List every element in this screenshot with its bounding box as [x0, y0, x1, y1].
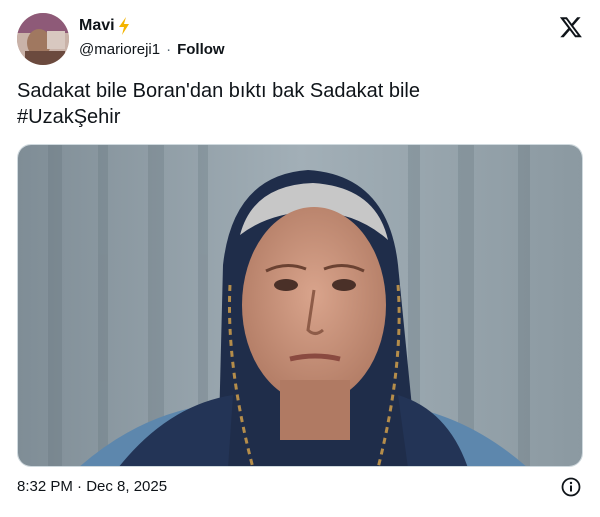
tweet-header: Mavi @marioreji1 · Follow [17, 13, 583, 69]
info-icon[interactable] [561, 477, 581, 497]
tweet-text-line: Sadakat bile Boran'dan bıktı bak Sadakat… [17, 80, 420, 102]
display-name[interactable]: Mavi [79, 17, 115, 35]
handle-row: @marioreji1 · Follow [79, 41, 225, 58]
name-row: Mavi [79, 17, 131, 35]
separator-dot: · [166, 41, 172, 58]
lightning-bolt-icon [118, 17, 129, 35]
tweet-card: Mavi @marioreji1 · Follow Sadakat bile B… [0, 0, 600, 517]
x-logo-icon[interactable] [559, 15, 583, 39]
tweet-media-image[interactable] [17, 144, 583, 467]
tweet-text: Sadakat bile Boran'dan bıktı bak Sadakat… [17, 78, 577, 130]
photo [18, 145, 582, 466]
avatar[interactable] [17, 13, 69, 65]
hashtag-link[interactable]: #UzakŞehir [17, 104, 577, 130]
follow-button[interactable]: Follow [177, 41, 225, 58]
tweet-footer: 8:32 PM · Dec 8, 2025 [17, 477, 583, 498]
timestamp[interactable]: 8:32 PM · Dec 8, 2025 [17, 478, 167, 495]
user-handle[interactable]: @marioreji1 [79, 41, 160, 58]
